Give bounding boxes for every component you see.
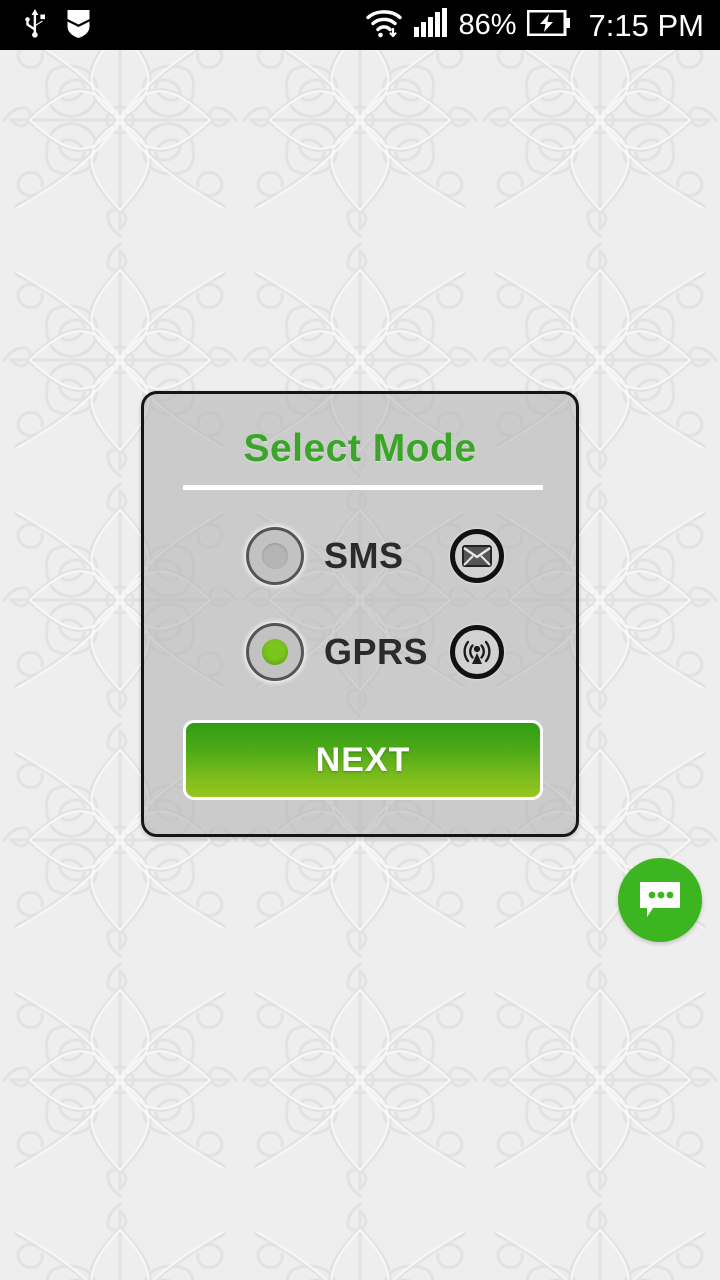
wifi-icon (365, 7, 403, 44)
option-row-gprs[interactable]: GPRS (144, 619, 576, 685)
status-bar[interactable]: 86% 7:15 PM (0, 0, 720, 50)
battery-charging-icon (526, 9, 571, 41)
page-title: Select Mode (243, 427, 477, 470)
radio-sms[interactable] (246, 527, 304, 585)
status-bar-right-icons: 86% 7:15 PM (365, 7, 720, 44)
title-divider (183, 485, 543, 490)
select-mode-card: Select Mode SMS GPRS NEXT (141, 391, 579, 837)
signal-bars-icon (413, 7, 449, 43)
next-button-label: NEXT (315, 740, 411, 779)
shield-download-icon (66, 8, 91, 43)
chat-bubble-icon (640, 882, 680, 917)
usb-icon (22, 8, 48, 43)
radio-gprs-dot (262, 639, 288, 665)
option-label-sms: SMS (324, 535, 404, 576)
status-bar-left-icons (0, 8, 91, 43)
radio-gprs[interactable] (246, 623, 304, 681)
battery-percent-label: 86% (458, 8, 517, 41)
radio-sms-dot (262, 543, 288, 569)
option-row-sms[interactable]: SMS (144, 523, 576, 589)
envelope-icon (450, 529, 504, 583)
option-label-gprs: GPRS (324, 631, 429, 672)
next-button[interactable]: NEXT (183, 720, 543, 800)
status-bar-clock: 7:15 PM (588, 7, 704, 43)
broadcast-antenna-icon (450, 625, 504, 679)
chat-bubble-fab[interactable] (618, 858, 702, 942)
